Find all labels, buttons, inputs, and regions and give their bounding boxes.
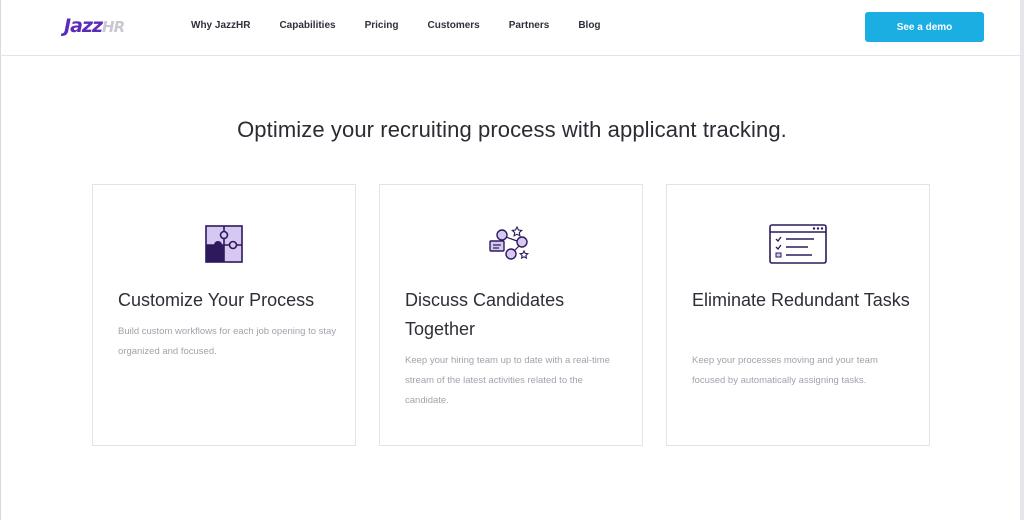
puzzle-icon	[200, 221, 248, 269]
nav-item-blog[interactable]: Blog	[578, 20, 600, 31]
nav-item-partners[interactable]: Partners	[509, 20, 550, 31]
nav-item-capabilities[interactable]: Capabilities	[279, 20, 335, 31]
card-title: Eliminate Redundant Tasks	[692, 290, 910, 310]
page-headline: Optimize your recruiting process with ap…	[237, 117, 787, 142]
nav-item-pricing[interactable]: Pricing	[365, 20, 399, 31]
logo-hr-text: HR	[102, 18, 125, 36]
nav-item-why-jazzhr[interactable]: Why JazzHR	[191, 20, 250, 31]
scrollbar-track[interactable]	[1020, 0, 1024, 520]
card-title: Discuss Candidates Together	[405, 290, 565, 339]
nav-item-customers[interactable]: Customers	[428, 20, 480, 31]
see-a-demo-button[interactable]: See a demo	[865, 12, 984, 42]
card-description: Keep your hiring team up to date with a …	[405, 355, 610, 406]
jazzhr-logo[interactable]: Jazz HR	[64, 15, 125, 39]
main-nav: Why JazzHR Capabilities Pricing Customer…	[191, 20, 630, 31]
checklist-window-icon	[769, 221, 827, 269]
card-description: Build custom workflows for each job open…	[118, 326, 337, 357]
card-description: Keep your processes moving and your team…	[692, 355, 878, 386]
card-title: Customize Your Process	[118, 290, 315, 310]
logo-jazz-text: Jazz	[64, 15, 103, 37]
feature-card-discuss: Discuss Candidates Together Keep your hi…	[379, 184, 643, 446]
site-header: Jazz HR Why JazzHR Capabilities Pricing C…	[0, 0, 1024, 56]
feature-card-eliminate: Eliminate Redundant Tasks Keep your proc…	[666, 184, 930, 446]
team-chat-icon	[487, 221, 535, 269]
feature-card-customize: Customize Your Process Build custom work…	[92, 184, 356, 446]
window-edge-left	[0, 0, 1, 520]
